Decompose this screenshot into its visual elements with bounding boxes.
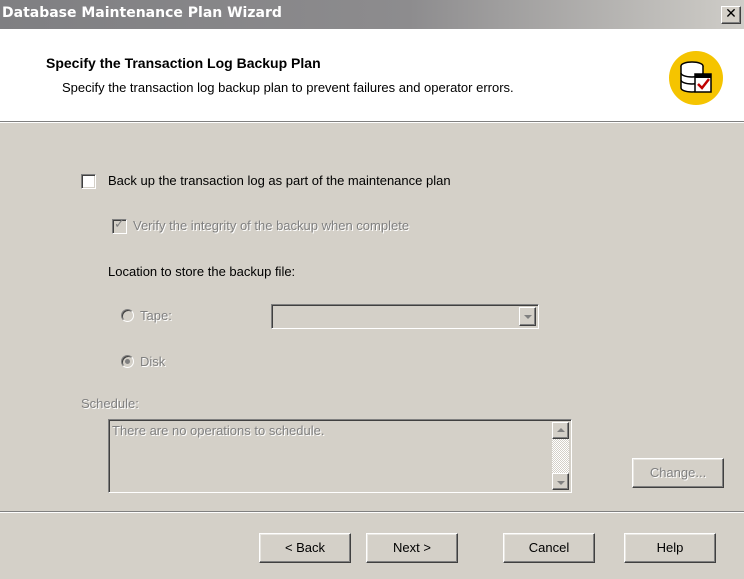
disk-radio[interactable] bbox=[121, 355, 134, 368]
schedule-label: Schedule: bbox=[81, 396, 139, 411]
change-schedule-button[interactable]: Change... bbox=[632, 458, 724, 488]
title-bar: Database Maintenance Plan Wizard ✕ bbox=[0, 0, 744, 29]
schedule-scrollbar[interactable] bbox=[552, 422, 569, 490]
scroll-up-button[interactable] bbox=[552, 422, 569, 439]
disk-label[interactable]: Disk bbox=[140, 354, 165, 369]
database-check-icon bbox=[669, 51, 723, 105]
header-separator bbox=[0, 121, 744, 123]
tape-device-dropdown-button[interactable] bbox=[519, 307, 536, 326]
close-icon: ✕ bbox=[725, 6, 737, 22]
page-subtitle: Specify the transaction log backup plan … bbox=[62, 80, 514, 95]
backup-log-label[interactable]: Back up the transaction log as part of t… bbox=[108, 173, 451, 188]
close-button[interactable]: ✕ bbox=[721, 6, 741, 24]
verify-label[interactable]: Verify the integrity of the backup when … bbox=[133, 218, 409, 233]
chevron-down-icon bbox=[557, 481, 565, 485]
chevron-up-icon bbox=[557, 428, 565, 432]
window-title: Database Maintenance Plan Wizard bbox=[2, 5, 282, 21]
scroll-down-button[interactable] bbox=[552, 473, 569, 490]
cancel-button[interactable]: Cancel bbox=[503, 533, 595, 563]
schedule-text: There are no operations to schedule. bbox=[112, 423, 325, 438]
footer-separator bbox=[0, 511, 744, 513]
check-icon: ✓ bbox=[114, 217, 125, 232]
tape-device-select[interactable] bbox=[271, 304, 539, 329]
wizard-header: Specify the Transaction Log Backup Plan … bbox=[0, 29, 744, 121]
chevron-down-icon bbox=[524, 315, 532, 319]
tape-label[interactable]: Tape: bbox=[140, 308, 172, 323]
location-label: Location to store the backup file: bbox=[108, 264, 296, 279]
backup-log-checkbox[interactable] bbox=[81, 174, 96, 189]
tape-radio[interactable] bbox=[121, 309, 134, 322]
next-button[interactable]: Next > bbox=[366, 533, 458, 563]
schedule-textbox[interactable]: There are no operations to schedule. bbox=[108, 419, 572, 493]
back-button[interactable]: < Back bbox=[259, 533, 351, 563]
help-button[interactable]: Help bbox=[624, 533, 716, 563]
radio-selected-dot bbox=[125, 359, 130, 364]
page-title: Specify the Transaction Log Backup Plan bbox=[46, 55, 321, 71]
verify-checkbox[interactable]: ✓ bbox=[112, 217, 127, 234]
